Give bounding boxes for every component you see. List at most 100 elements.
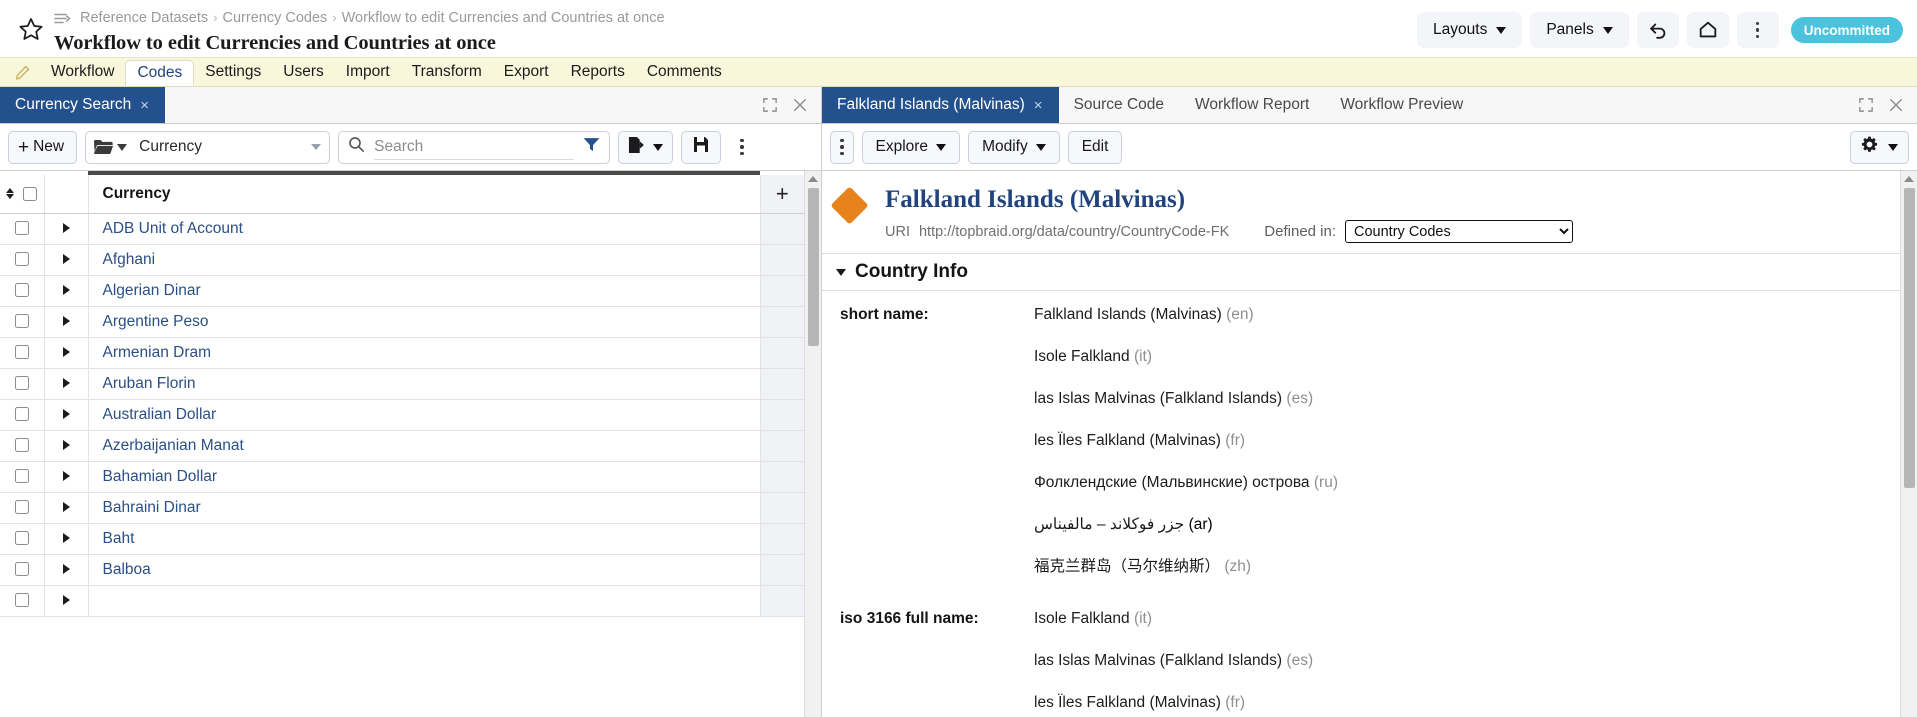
currency-link[interactable]: Balboa bbox=[103, 561, 151, 578]
chevron-right-icon[interactable] bbox=[63, 502, 70, 512]
currency-link[interactable]: Afghani bbox=[103, 251, 156, 268]
row-checkbox[interactable] bbox=[15, 252, 29, 266]
table-row[interactable] bbox=[0, 585, 804, 616]
nav-item-import[interactable]: Import bbox=[335, 58, 401, 86]
breadcrumb-item-1[interactable]: Currency Codes bbox=[223, 9, 328, 27]
row-checkbox[interactable] bbox=[15, 376, 29, 390]
close-icon[interactable]: × bbox=[140, 98, 149, 113]
export-button[interactable] bbox=[618, 131, 673, 164]
close-icon[interactable] bbox=[793, 98, 807, 112]
chevron-right-icon[interactable] bbox=[63, 409, 70, 419]
currency-column-header[interactable]: Currency bbox=[88, 175, 760, 213]
row-checkbox[interactable] bbox=[15, 531, 29, 545]
table-row[interactable]: ADB Unit of Account bbox=[0, 213, 804, 244]
new-button[interactable]: + New bbox=[8, 131, 77, 164]
property-value[interactable]: las Islas Malvinas (Falkland Islands) (e… bbox=[1034, 389, 1900, 409]
filter-funnel-icon[interactable] bbox=[583, 137, 600, 157]
sort-icon[interactable] bbox=[6, 188, 14, 199]
left-panel-more-button[interactable] bbox=[729, 131, 755, 164]
row-checkbox[interactable] bbox=[15, 314, 29, 328]
defined-in-select[interactable]: Country Codes bbox=[1345, 220, 1573, 243]
property-value[interactable]: Isole Falkland (it) bbox=[1034, 609, 1900, 629]
undo-button[interactable] bbox=[1637, 12, 1679, 48]
chevron-right-icon[interactable] bbox=[63, 378, 70, 388]
property-value[interactable]: las Islas Malvinas (Falkland Islands) (e… bbox=[1034, 651, 1900, 671]
property-value[interactable]: Isole Falkland (it) bbox=[1034, 347, 1900, 367]
save-button[interactable] bbox=[681, 131, 721, 164]
table-row[interactable]: Bahraini Dinar bbox=[0, 492, 804, 523]
type-selector[interactable]: Currency bbox=[85, 131, 330, 164]
chevron-right-icon[interactable] bbox=[63, 285, 70, 295]
right-panel-scrollbar[interactable] bbox=[1900, 171, 1917, 717]
tab-falkland-islands[interactable]: Falkland Islands (Malvinas) × bbox=[822, 87, 1059, 123]
nav-item-workflow[interactable]: Workflow bbox=[40, 58, 125, 86]
table-row[interactable]: Afghani bbox=[0, 244, 804, 275]
table-row[interactable]: Balboa bbox=[0, 554, 804, 585]
settings-gear-button[interactable] bbox=[1850, 131, 1909, 164]
add-column-button[interactable]: + bbox=[760, 175, 804, 213]
row-checkbox[interactable] bbox=[15, 345, 29, 359]
home-button[interactable] bbox=[1687, 12, 1729, 48]
expand-icon[interactable] bbox=[1859, 98, 1873, 112]
chevron-right-icon[interactable] bbox=[63, 254, 70, 264]
property-value[interactable]: Фолклендские (Мальвинские) острова (ru) bbox=[1034, 473, 1900, 493]
currency-link[interactable]: Argentine Peso bbox=[103, 313, 209, 330]
row-checkbox[interactable] bbox=[15, 593, 29, 607]
select-all-header[interactable] bbox=[0, 175, 44, 213]
row-checkbox[interactable] bbox=[15, 469, 29, 483]
breadcrumb-item-2[interactable]: Workflow to edit Currencies and Countrie… bbox=[342, 9, 665, 27]
row-checkbox[interactable] bbox=[15, 407, 29, 421]
currency-link[interactable]: Algerian Dinar bbox=[103, 282, 201, 299]
nav-item-users[interactable]: Users bbox=[272, 58, 334, 86]
currency-link[interactable]: Azerbaijanian Manat bbox=[103, 437, 244, 454]
search-input[interactable] bbox=[374, 135, 574, 160]
row-checkbox[interactable] bbox=[15, 500, 29, 514]
uri-value[interactable]: http://topbraid.org/data/country/Country… bbox=[919, 224, 1229, 240]
edit-button[interactable]: Edit bbox=[1068, 131, 1123, 164]
nav-item-transform[interactable]: Transform bbox=[401, 58, 493, 86]
nav-item-settings[interactable]: Settings bbox=[194, 58, 272, 86]
currency-link[interactable]: Armenian Dram bbox=[103, 344, 212, 361]
property-value[interactable]: جزر فوكلاند – مالفيناس (ar) bbox=[1034, 515, 1900, 535]
left-panel-scrollbar[interactable] bbox=[804, 171, 821, 717]
table-row[interactable]: Argentine Peso bbox=[0, 306, 804, 337]
chevron-right-icon[interactable] bbox=[63, 347, 70, 357]
entity-more-button[interactable] bbox=[830, 131, 854, 164]
breadcrumb-item-0[interactable]: Reference Datasets bbox=[80, 9, 208, 27]
table-row[interactable]: Bahamian Dollar bbox=[0, 461, 804, 492]
layouts-button[interactable]: Layouts bbox=[1417, 12, 1522, 48]
tab-workflow-report[interactable]: Workflow Report bbox=[1180, 87, 1325, 123]
table-row[interactable]: Algerian Dinar bbox=[0, 275, 804, 306]
row-checkbox[interactable] bbox=[15, 221, 29, 235]
chevron-right-icon[interactable] bbox=[63, 533, 70, 543]
currency-link[interactable]: ADB Unit of Account bbox=[103, 220, 243, 237]
close-icon[interactable] bbox=[1889, 98, 1903, 112]
scrollbar-thumb[interactable] bbox=[808, 188, 819, 346]
row-checkbox[interactable] bbox=[15, 562, 29, 576]
nav-item-reports[interactable]: Reports bbox=[560, 58, 636, 86]
property-value[interactable]: Falkland Islands (Malvinas) (en) bbox=[1034, 305, 1900, 325]
currency-link[interactable]: Baht bbox=[103, 530, 135, 547]
currency-link[interactable]: Australian Dollar bbox=[103, 406, 217, 423]
explore-button[interactable]: Explore bbox=[862, 131, 961, 164]
table-row[interactable]: Aruban Florin bbox=[0, 368, 804, 399]
currency-link[interactable]: Bahamian Dollar bbox=[103, 468, 218, 485]
scroll-up-icon[interactable] bbox=[808, 176, 818, 182]
table-row[interactable]: Australian Dollar bbox=[0, 399, 804, 430]
row-checkbox[interactable] bbox=[15, 283, 29, 297]
tab-source-code[interactable]: Source Code bbox=[1059, 87, 1180, 123]
property-value[interactable]: les Ïles Falkland (Malvinas) (fr) bbox=[1034, 431, 1900, 451]
status-badge[interactable]: Uncommitted bbox=[1791, 17, 1903, 43]
modify-button[interactable]: Modify bbox=[968, 131, 1060, 164]
nav-item-codes[interactable]: Codes bbox=[125, 60, 194, 86]
tab-workflow-preview[interactable]: Workflow Preview bbox=[1325, 87, 1479, 123]
table-row[interactable]: Azerbaijanian Manat bbox=[0, 430, 804, 461]
currency-link[interactable]: Bahraini Dinar bbox=[103, 499, 201, 516]
chevron-right-icon[interactable] bbox=[63, 471, 70, 481]
header-more-button[interactable] bbox=[1737, 12, 1779, 48]
expand-icon[interactable] bbox=[763, 98, 777, 112]
scroll-up-icon[interactable] bbox=[1904, 176, 1914, 182]
row-checkbox[interactable] bbox=[15, 438, 29, 452]
close-icon[interactable]: × bbox=[1034, 98, 1043, 113]
tab-currency-search[interactable]: Currency Search × bbox=[0, 87, 165, 123]
